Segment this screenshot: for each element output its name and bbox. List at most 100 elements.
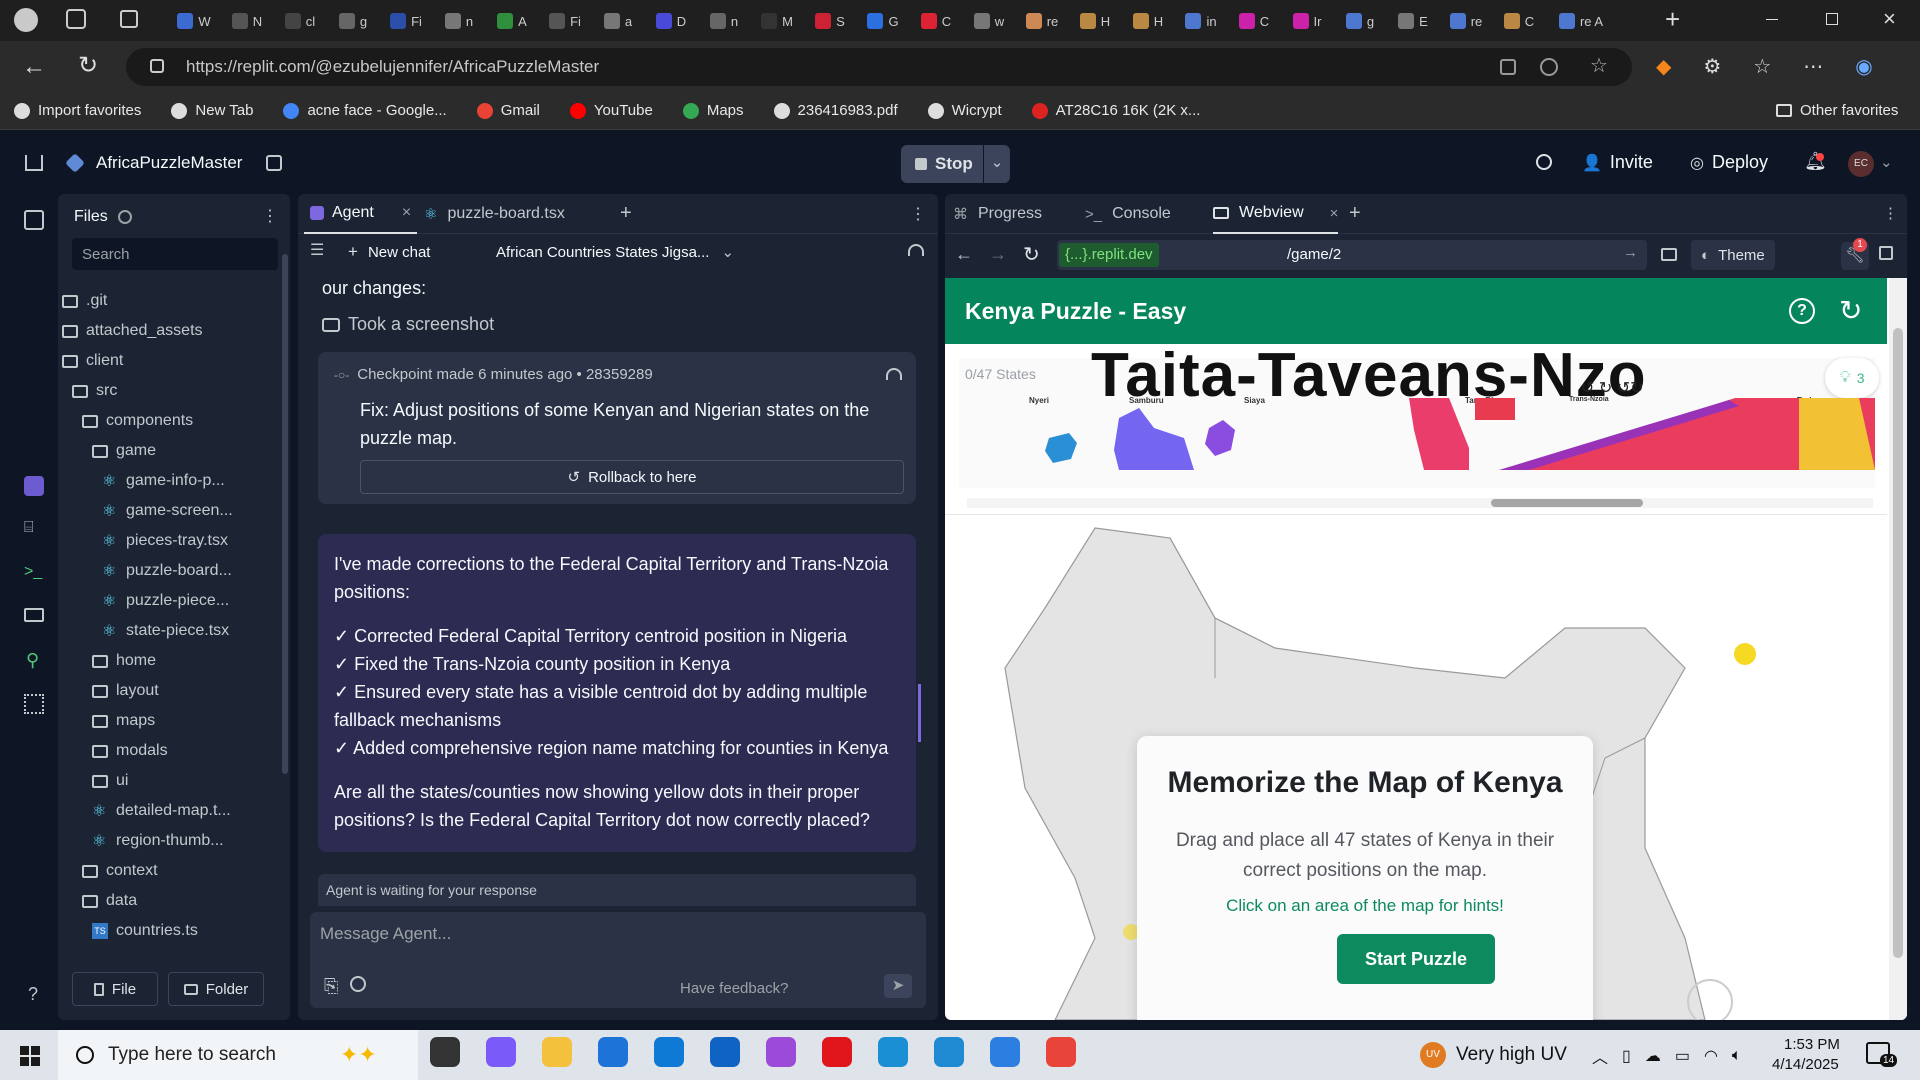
browser-tab[interactable]: Ir xyxy=(1281,8,1333,34)
browser-tab[interactable]: G xyxy=(857,8,909,34)
new-tab-icon[interactable]: + xyxy=(1349,202,1361,225)
favorite-item[interactable]: AT28C16 16K (2K x... xyxy=(1031,102,1200,119)
favorite-item[interactable]: acne face - Google... xyxy=(283,102,447,119)
puzzle-extension-icon[interactable]: ⚙ xyxy=(1703,54,1721,79)
home-icon[interactable] xyxy=(25,155,43,171)
minimize-icon[interactable] xyxy=(1766,19,1778,20)
battery-icon[interactable]: ▭ xyxy=(1675,1046,1690,1066)
favorites-icon[interactable]: ☆ xyxy=(1753,54,1771,79)
file-tree-item[interactable]: ⚛ puzzle-board... xyxy=(58,556,278,586)
file-tree-item[interactable]: src xyxy=(58,376,278,406)
file-tree-item[interactable]: ⚛ detailed-map.t... xyxy=(58,796,278,826)
avatar-chevron-icon[interactable]: ⌄ xyxy=(1880,153,1893,171)
theme-button[interactable]: ◐ Theme xyxy=(1691,240,1775,270)
weather-widget[interactable]: UV Very high UV xyxy=(1420,1042,1567,1068)
file-tree-scrollbar[interactable] xyxy=(282,254,288,774)
browser-tab[interactable]: D xyxy=(645,8,697,34)
file-tree-item[interactable]: modals xyxy=(58,736,278,766)
close-tab-icon[interactable]: × xyxy=(402,204,411,222)
webview-forward-icon[interactable]: → xyxy=(989,244,1007,265)
favorite-item[interactable]: Import favorites xyxy=(14,102,141,119)
start-puzzle-button[interactable]: Start Puzzle xyxy=(1337,934,1495,984)
restore-icon[interactable] xyxy=(1826,13,1838,25)
browser-tab[interactable]: N xyxy=(221,8,273,34)
metamask-icon[interactable]: ◆ xyxy=(1656,54,1671,79)
workspaces-icon[interactable] xyxy=(66,9,86,29)
browser-tab[interactable]: re xyxy=(1440,8,1492,34)
browser-tab[interactable]: W xyxy=(168,8,220,34)
profile-avatar[interactable] xyxy=(14,8,38,32)
file-tree-item[interactable]: data xyxy=(58,886,278,916)
browser-tab[interactable]: in xyxy=(1175,8,1227,34)
close-tab-icon[interactable]: × xyxy=(1330,205,1339,222)
favorite-item[interactable]: New Tab xyxy=(171,102,253,119)
agent-icon[interactable] xyxy=(24,476,44,496)
vscode-icon[interactable] xyxy=(934,1037,964,1067)
chat-history-icon[interactable]: ☰ xyxy=(310,240,324,260)
favorite-star-icon[interactable]: ☆ xyxy=(1590,53,1608,78)
browser-tab[interactable]: C xyxy=(1493,8,1545,34)
file-tree-item[interactable]: TSsvg-map-data.ts xyxy=(58,946,278,950)
run-options-chevron-icon[interactable]: ⌄ xyxy=(984,145,1010,183)
browser-tab[interactable]: A xyxy=(486,8,538,34)
favorite-item[interactable]: YouTube xyxy=(569,102,653,119)
page-scroll-thumb[interactable] xyxy=(1893,328,1903,958)
help-icon[interactable]: ? xyxy=(28,984,38,1005)
agent-message-input[interactable]: Message Agent... ⎘ Have feedback? ➤ xyxy=(310,912,926,1008)
devices-icon[interactable] xyxy=(1661,248,1677,261)
avatar[interactable]: EC xyxy=(1848,151,1874,177)
opera-icon[interactable] xyxy=(822,1037,852,1067)
deploy-button[interactable]: ◎ Deploy xyxy=(1690,152,1768,173)
more-icon[interactable]: ⋯ xyxy=(1803,54,1823,79)
feedback-link[interactable]: Have feedback? xyxy=(680,980,788,997)
webview-icon[interactable] xyxy=(24,608,44,622)
send-icon[interactable]: ➤ xyxy=(884,974,912,998)
file-explorer-icon[interactable] xyxy=(542,1037,572,1067)
outlook-icon[interactable] xyxy=(710,1037,740,1067)
file-tree-item[interactable]: ⚛ region-thumb... xyxy=(58,826,278,856)
tab-progress[interactable]: ⌘ Progress xyxy=(953,194,1042,234)
file-tree-icon[interactable] xyxy=(24,210,44,230)
file-search-input[interactable]: Search xyxy=(72,238,278,270)
usage-gauge-icon[interactable] xyxy=(908,244,924,256)
browser-tab[interactable]: re A xyxy=(1546,8,1616,34)
file-tree-item[interactable]: maps xyxy=(58,706,278,736)
search-icon[interactable] xyxy=(1536,154,1552,170)
browser-tab[interactable]: g xyxy=(1334,8,1386,34)
browser-tab[interactable]: H xyxy=(1069,8,1121,34)
meet-icon[interactable]: ▯ xyxy=(1622,1046,1631,1066)
tab-agent[interactable]: Agent × xyxy=(304,194,418,234)
edge-icon[interactable] xyxy=(654,1037,684,1067)
browser-tab[interactable]: E xyxy=(1387,8,1439,34)
pieces-svg[interactable] xyxy=(959,398,1875,470)
start-icon[interactable] xyxy=(20,1046,40,1066)
browser-tab[interactable]: Fi xyxy=(539,8,591,34)
browser-tab[interactable]: C xyxy=(910,8,962,34)
app-icon[interactable] xyxy=(878,1037,908,1067)
favorite-item[interactable]: Gmail xyxy=(476,102,540,119)
browser-tab[interactable]: M xyxy=(751,8,803,34)
deployments-icon[interactable]: ⚲ xyxy=(26,650,39,671)
browser-tab[interactable]: C xyxy=(1228,8,1280,34)
invite-button[interactable]: 👤 Invite xyxy=(1582,152,1653,173)
rotate-controls[interactable]: ↺ ↻ ↺↻ xyxy=(1581,378,1644,398)
webview-back-icon[interactable]: ← xyxy=(955,244,973,265)
attach-icon[interactable]: ⎘ xyxy=(324,976,338,997)
file-tree-item[interactable]: ⚛ game-info-p... xyxy=(58,466,278,496)
clock-time[interactable]: 1:53 PM xyxy=(1784,1036,1840,1053)
browser-tab[interactable]: Fi xyxy=(380,8,432,34)
all-tools-icon[interactable] xyxy=(24,694,44,714)
help-circle-icon[interactable]: ? xyxy=(1789,298,1815,324)
console-icon[interactable]: >_ xyxy=(24,563,42,581)
settings-icon[interactable] xyxy=(350,976,366,992)
rollback-button[interactable]: ↺ Rollback to here xyxy=(360,460,904,494)
tab-webview[interactable]: Webview × xyxy=(1213,194,1339,234)
browser-tab[interactable]: S xyxy=(804,8,856,34)
split-screen-icon[interactable] xyxy=(1500,59,1516,75)
file-tree-item[interactable]: layout xyxy=(58,676,278,706)
checkpoint-gauge-icon[interactable] xyxy=(886,368,902,380)
tab-console[interactable]: >_ Console xyxy=(1085,194,1171,234)
file-tree-item[interactable]: ⚛ game-screen... xyxy=(58,496,278,526)
task-view-icon[interactable] xyxy=(430,1037,460,1067)
file-tree-item[interactable]: .git xyxy=(58,286,278,316)
